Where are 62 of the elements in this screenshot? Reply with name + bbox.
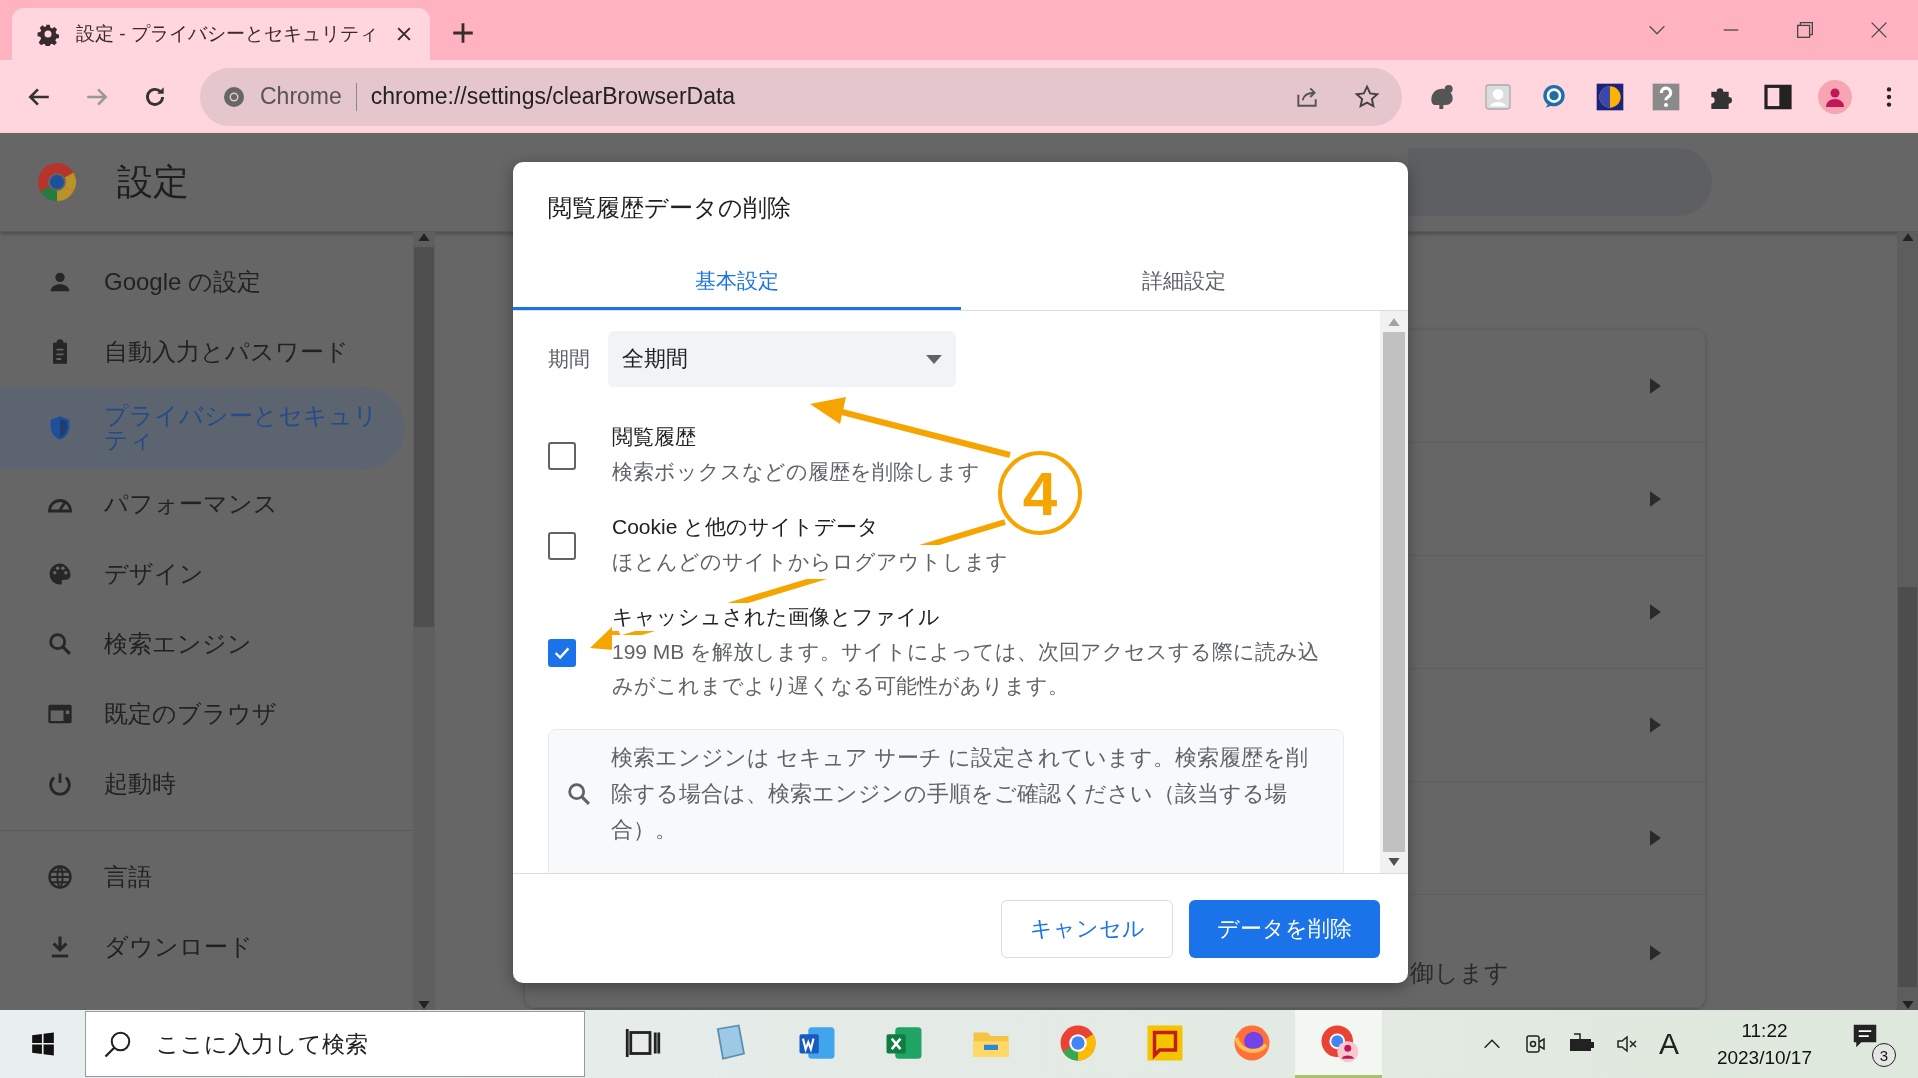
search-icon — [565, 780, 593, 808]
caret-icon — [926, 354, 942, 364]
option-description: ほとんどのサイトからログアウトします — [612, 545, 1008, 579]
url-text: chrome://settings/clearBrowserData — [370, 83, 737, 110]
dialog-title: 閲覧履歴データの削除 — [547, 193, 792, 223]
scrollbar-thumb[interactable] — [1383, 332, 1405, 852]
checkbox[interactable] — [548, 639, 576, 667]
taskbar-search-field[interactable]: ここに入力して検索 — [85, 1011, 585, 1077]
search-icon — [103, 1029, 133, 1059]
notification-count: 3 — [1872, 1043, 1896, 1067]
scroll-down-icon[interactable] — [1388, 858, 1400, 867]
checkbox[interactable] — [548, 532, 576, 560]
sidebar-item[interactable]: 起動時 — [0, 749, 405, 819]
right-triangle-icon — [1650, 378, 1661, 394]
tab-title: 設定 - プライバシーとセキュリティ — [76, 22, 378, 46]
chrome-logo-icon — [37, 162, 77, 202]
sidebar-item[interactable]: デザイン — [0, 539, 405, 609]
scroll-up-icon[interactable] — [1901, 232, 1914, 241]
field-label: 期間 — [548, 346, 590, 372]
globe-icon — [46, 863, 74, 891]
search-field[interactable] — [1408, 148, 1712, 216]
right-triangle-icon — [1650, 604, 1661, 620]
right-triangle-icon — [1650, 717, 1661, 733]
right-triangle-icon — [1650, 945, 1661, 961]
step-number: 4 — [998, 451, 1082, 535]
cancel-button[interactable]: キャンセル — [1001, 899, 1173, 958]
scrollbar-thumb[interactable] — [1898, 587, 1917, 987]
delete-data-button[interactable]: データを削除 — [1189, 899, 1380, 958]
time-range-dropdown[interactable]: 全期間 — [608, 331, 956, 387]
option-title: キャッシュされた画像とファイル — [612, 603, 940, 631]
sidebar-item[interactable]: 検索エンジン — [0, 609, 405, 679]
sidebar-item[interactable]: 既定のブラウザ — [0, 679, 405, 749]
time-text: 11:22 — [1741, 1019, 1788, 1043]
date-text: 2023/10/17 — [1716, 1046, 1812, 1070]
address-bar[interactable]: Chrome chrome://settings/clearBrowserData — [200, 67, 1402, 126]
star-icon[interactable] — [1354, 83, 1380, 110]
sidebar-item[interactable]: 言語 — [0, 842, 405, 912]
profile-avatar[interactable] — [1818, 79, 1852, 114]
input-method-indicator[interactable]: A — [1658, 1027, 1679, 1061]
tab[interactable]: 詳細設定 — [960, 252, 1408, 310]
windows-start-icon[interactable] — [29, 1031, 56, 1057]
row-description: 御します — [1410, 958, 1509, 988]
gear-icon — [36, 22, 60, 46]
chrome-site-icon — [222, 84, 246, 109]
checkbox[interactable] — [548, 442, 576, 470]
clock[interactable]: 11:22 2023/10/17 — [1716, 1017, 1812, 1071]
right-triangle-icon — [1650, 830, 1661, 846]
browser-tab[interactable]: 設定 - プライバシーとセキュリティ — [12, 8, 430, 60]
site-label: Chrome — [260, 83, 342, 110]
scroll-up-icon[interactable] — [418, 232, 430, 241]
restore-icon[interactable] — [1794, 19, 1816, 41]
tab[interactable]: 基本設定 — [513, 252, 961, 310]
settings-title: 設定 — [117, 159, 189, 204]
notification-button[interactable]: 3 — [1850, 1021, 1896, 1067]
sidebar-item[interactable]: Google の設定 — [0, 247, 405, 317]
sidebar-item[interactable]: パフォーマンス — [0, 469, 405, 539]
right-triangle-icon — [1650, 491, 1661, 507]
sidebar-item[interactable]: 自動入力とパスワード — [0, 317, 405, 387]
notice-text: 検索エンジンは セキュア サーチ に設定されています。検索履歴を削除する場合は、検索エンジンの手順をご確認ください（該当する場合）。 — [611, 744, 1310, 844]
plus-icon[interactable] — [450, 20, 476, 46]
sidebar-item[interactable]: ダウンロード — [0, 912, 405, 982]
search-icon — [46, 630, 74, 658]
